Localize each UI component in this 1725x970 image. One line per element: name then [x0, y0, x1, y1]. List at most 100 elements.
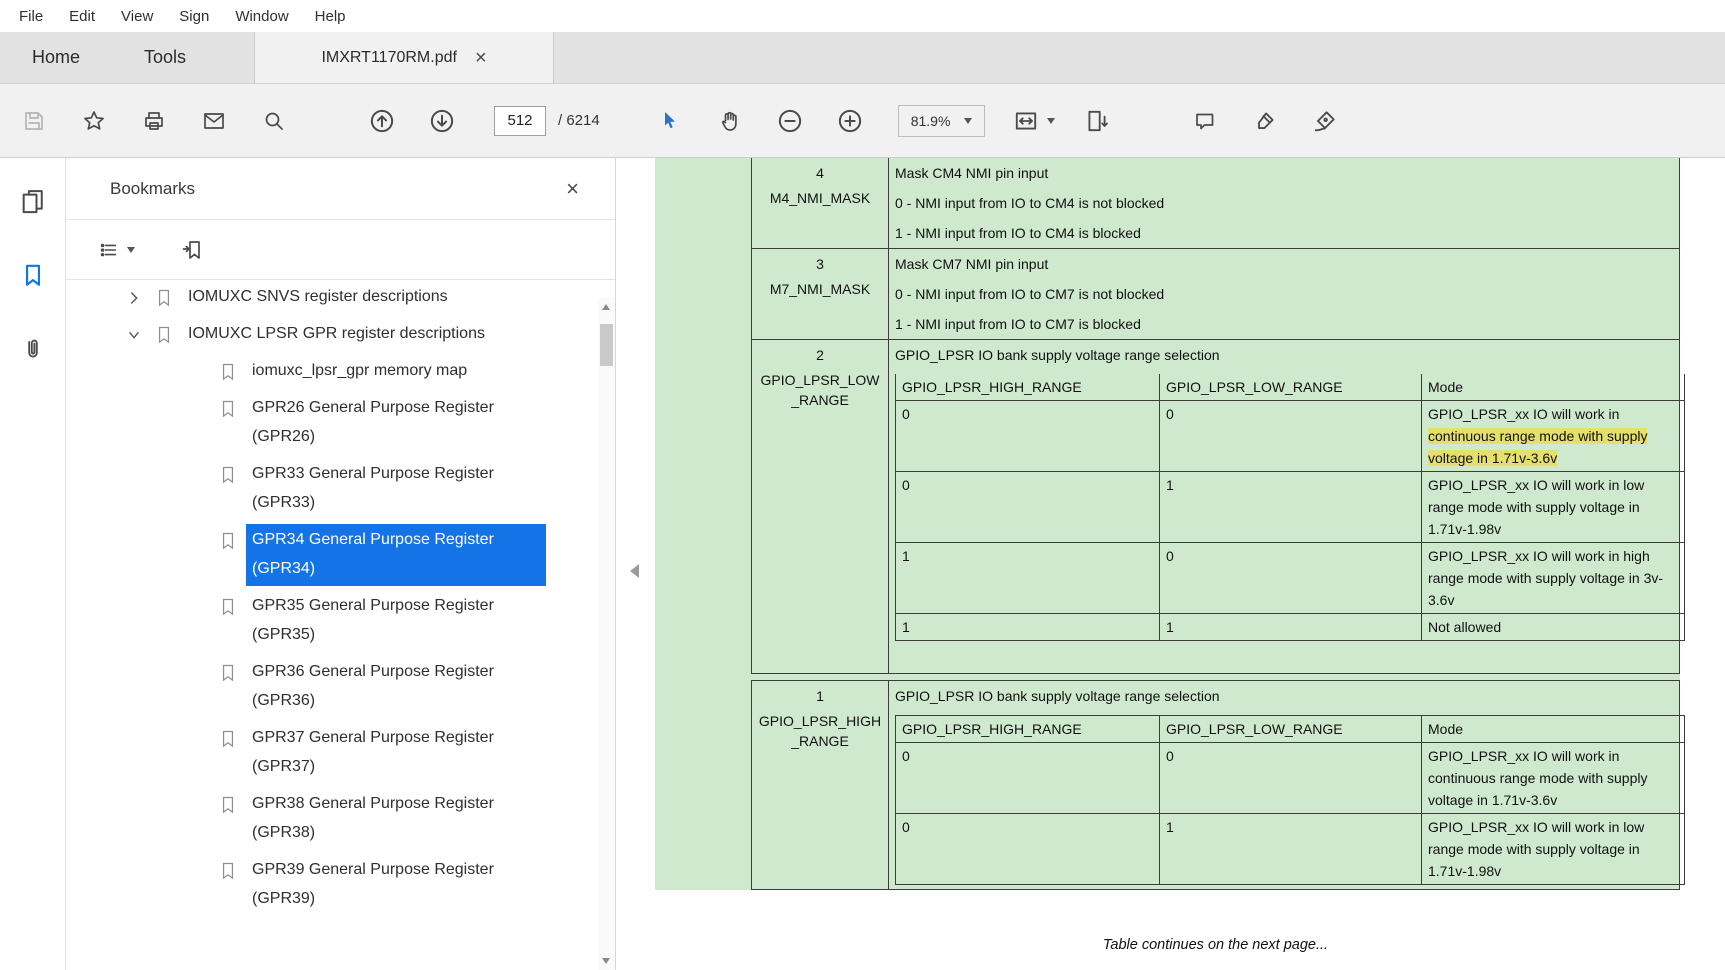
- page-thumbnails-icon: [22, 190, 43, 214]
- field-name: M4_NMI_MASK: [769, 190, 871, 206]
- printer-icon: [145, 111, 163, 130]
- high-range-value: 0: [895, 742, 1160, 814]
- description-line: 1 - NMI input from IO to CM7 is blocked: [895, 316, 1141, 332]
- bookmark-options-button[interactable]: [98, 239, 135, 261]
- bookmark-item-gpr33[interactable]: GPR33 General Purpose Register (GPR33): [220, 455, 591, 521]
- mode-table-row: 0 1 GPIO_LPSR_xx IO will work in low ran…: [895, 813, 1685, 885]
- chevron-down-icon: [127, 246, 135, 253]
- mode-table-header: GPIO_LPSR_HIGH_RANGE: [895, 374, 1160, 401]
- next-page-button[interactable]: [420, 98, 464, 144]
- bookmarks-scrollbar[interactable]: [598, 298, 615, 970]
- locate-bookmark-icon: [182, 240, 200, 259]
- table-row-bit1: 1 GPIO_LPSR_HIGH_RANGE GPIO_LPSR IO bank…: [751, 680, 1685, 890]
- scrollbar-thumb[interactable]: [600, 324, 613, 366]
- menu-sign[interactable]: Sign: [166, 8, 222, 25]
- menu-edit[interactable]: Edit: [56, 8, 108, 25]
- tab-document[interactable]: IMXRT1170RM.pdf ×: [254, 32, 555, 83]
- description-line: 1 - NMI input from IO to CM4 is blocked: [895, 225, 1141, 241]
- table-continues-note: Table continues on the next page...: [1102, 937, 1329, 953]
- mode-cell: GPIO_LPSR_xx IO will work in continuous …: [1421, 400, 1685, 472]
- bookmark-label: GPR34 General Purpose Register (GPR34): [246, 524, 546, 586]
- menu-window[interactable]: Window: [222, 8, 301, 25]
- bookmark-icon: [222, 466, 234, 484]
- mode-table-row: 0 1 GPIO_LPSR_xx IO will work in low ran…: [895, 471, 1685, 543]
- email-button[interactable]: [192, 98, 236, 144]
- mode-table-header: GPIO_LPSR_LOW_RANGE: [1159, 715, 1422, 743]
- pdf-content-area: 4 M4_NMI_MASK Mask CM4 NMI pin input 0 -…: [616, 158, 1725, 970]
- bookmark-icon: [222, 400, 234, 418]
- zoom-out-button[interactable]: [768, 98, 812, 144]
- field-name: GPIO_LPSR_HIGH_RANGE: [758, 713, 882, 749]
- description-line: Mask CM7 NMI pin input: [895, 256, 1049, 272]
- paperclip-icon: [27, 339, 38, 358]
- arrow-up-circle-icon: [370, 109, 394, 132]
- page-thumbnails-button[interactable]: [16, 184, 50, 218]
- low-range-value: 1: [1159, 813, 1422, 885]
- bookmark-item-gpr34-selected[interactable]: GPR34 General Purpose Register (GPR34): [220, 521, 591, 587]
- mode-table-header: Mode: [1421, 715, 1685, 743]
- fit-width-button[interactable]: [1009, 98, 1059, 144]
- fit-width-icon: [1016, 111, 1037, 130]
- favorites-star-button[interactable]: [72, 98, 116, 144]
- print-button[interactable]: [132, 98, 176, 144]
- zoom-level-select[interactable]: 81.9%: [897, 104, 986, 137]
- bookmark-icon: [222, 598, 234, 616]
- bookmark-item-gpr39[interactable]: GPR39 General Purpose Register (GPR39): [220, 851, 591, 917]
- bookmark-item-iomuxc-lpsr-gpr[interactable]: IOMUXC LPSR GPR register descriptions: [126, 315, 591, 352]
- page-count-label: / 6214: [558, 112, 600, 129]
- bookmark-icon: [222, 730, 234, 748]
- low-range-value: 0: [1159, 542, 1422, 614]
- tab-bar: Home Tools IMXRT1170RM.pdf ×: [0, 32, 1725, 84]
- find-current-bookmark-button[interactable]: [181, 238, 205, 262]
- page-number-input[interactable]: [494, 105, 546, 136]
- mode-cell: GPIO_LPSR_xx IO will work in low range m…: [1421, 471, 1685, 543]
- panel-collapse-button[interactable]: [630, 564, 639, 578]
- bookmark-item-gpr26[interactable]: GPR26 General Purpose Register (GPR26): [220, 389, 591, 455]
- high-range-value: 0: [895, 400, 1160, 472]
- fill-sign-button[interactable]: [1303, 98, 1347, 144]
- mode-table: GPIO_LPSR_HIGH_RANGE GPIO_LPSR_LOW_RANGE…: [895, 715, 1685, 885]
- mode-text: GPIO_LPSR_xx IO will work in: [1428, 406, 1620, 422]
- bookmark-icon: [222, 664, 234, 682]
- chevron-right-icon: [130, 292, 138, 304]
- save-button[interactable]: [12, 98, 56, 144]
- bookmark-item-gpr36[interactable]: GPR36 General Purpose Register (GPR36): [220, 653, 591, 719]
- attachments-button[interactable]: [16, 332, 50, 366]
- select-tool-button[interactable]: [648, 98, 692, 144]
- low-range-value: 1: [1159, 471, 1422, 543]
- bookmark-item-gpr38[interactable]: GPR38 General Purpose Register (GPR38): [220, 785, 591, 851]
- scroll-down-icon[interactable]: [602, 958, 610, 964]
- bookmark-label: GPR37 General Purpose Register (GPR37): [252, 729, 494, 775]
- highlight-button[interactable]: [1243, 98, 1287, 144]
- menu-help[interactable]: Help: [302, 8, 359, 25]
- mode-table-row: 0 0 GPIO_LPSR_xx IO will work in continu…: [895, 742, 1685, 814]
- bookmark-item-gpr37[interactable]: GPR37 General Purpose Register (GPR37): [220, 719, 591, 785]
- mode-table-header-row: GPIO_LPSR_HIGH_RANGE GPIO_LPSR_LOW_RANGE…: [895, 374, 1685, 401]
- bookmarks-list: IOMUXC SNVS register descriptions IOMUXC…: [66, 281, 597, 970]
- mode-table-header: GPIO_LPSR_HIGH_RANGE: [895, 715, 1160, 743]
- bit-cell: 4 M4_NMI_MASK: [751, 158, 889, 249]
- tab-home[interactable]: Home: [0, 32, 112, 83]
- panel-close-button[interactable]: ×: [566, 177, 579, 200]
- comment-button[interactable]: [1183, 98, 1227, 144]
- page-display-button[interactable]: [1075, 98, 1119, 144]
- low-range-value: 0: [1159, 400, 1422, 472]
- previous-page-button[interactable]: [360, 98, 404, 144]
- bookmark-item-iomuxc-snvs[interactable]: IOMUXC SNVS register descriptions: [126, 281, 591, 315]
- sign-pen-icon: [1315, 110, 1336, 131]
- search-button[interactable]: [252, 98, 296, 144]
- mode-table-row: 1 0 GPIO_LPSR_xx IO will work in high ra…: [895, 542, 1685, 614]
- zoom-in-button[interactable]: [828, 98, 872, 144]
- tab-tools[interactable]: Tools: [112, 32, 218, 83]
- minus-circle-icon: [778, 109, 801, 132]
- menu-view[interactable]: View: [108, 8, 166, 25]
- bookmarks-panel-button[interactable]: [16, 258, 50, 292]
- scroll-up-icon[interactable]: [602, 304, 610, 310]
- mode-table-row: 0 0 GPIO_LPSR_xx IO will work in continu…: [895, 400, 1685, 472]
- bookmark-item-memory-map[interactable]: iomuxc_lpsr_gpr memory map: [220, 352, 591, 389]
- menu-file[interactable]: File: [6, 8, 56, 25]
- description-cell: GPIO_LPSR IO bank supply voltage range s…: [888, 339, 1685, 674]
- hand-tool-button[interactable]: [708, 98, 752, 144]
- bookmark-item-gpr35[interactable]: GPR35 General Purpose Register (GPR35): [220, 587, 591, 653]
- tab-close-icon[interactable]: ×: [475, 48, 487, 68]
